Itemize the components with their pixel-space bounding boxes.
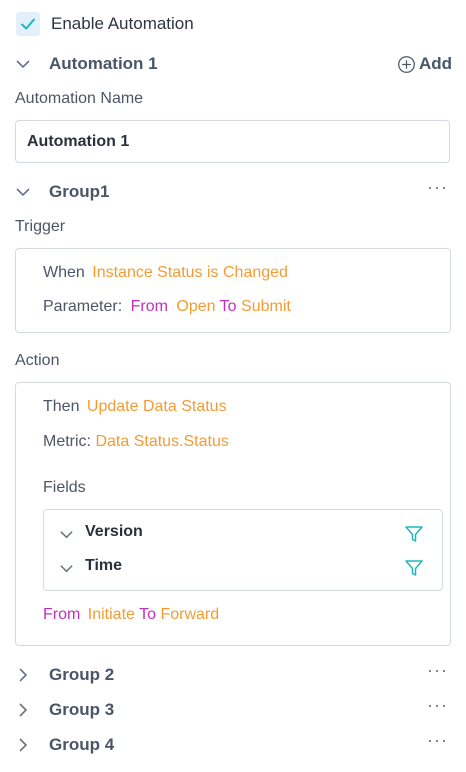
- trigger-from-value[interactable]: Open: [176, 298, 215, 315]
- field-version-name: Version: [85, 523, 143, 540]
- field-time-name: Time: [85, 557, 123, 574]
- trigger-box: [15, 248, 451, 333]
- automation-title: Automation 1: [49, 54, 158, 73]
- group3-title: Group 3: [49, 700, 115, 719]
- action-label: Action: [15, 352, 60, 369]
- trigger-parameter-line: Parameter: From Open To Submit: [43, 298, 291, 316]
- group4-expand-toggle[interactable]: [15, 737, 31, 758]
- from-keyword: From: [43, 606, 81, 623]
- parameter-keyword: Parameter:: [43, 298, 123, 315]
- group4-title: Group 4: [49, 735, 115, 754]
- trigger-to-value[interactable]: Submit: [241, 298, 291, 315]
- filter-icon: [405, 526, 423, 542]
- action-from-value[interactable]: Initiate: [88, 606, 135, 623]
- automation-name-label: Automation Name: [15, 90, 144, 107]
- chevron-right-icon: [19, 738, 28, 752]
- enable-automation-checkbox[interactable]: [16, 12, 40, 36]
- automation-name-input[interactable]: [15, 120, 450, 163]
- field-version-toggle[interactable]: [59, 527, 74, 547]
- enable-automation-label: Enable Automation: [51, 14, 194, 33]
- chevron-right-icon: [19, 703, 28, 717]
- add-label: Add: [418, 54, 452, 73]
- group2-more-button[interactable]: ···: [427, 660, 448, 681]
- group1-title: Group1: [49, 182, 110, 201]
- action-value[interactable]: Update Data Status: [87, 398, 227, 415]
- group1-collapse-toggle[interactable]: [15, 184, 31, 205]
- then-keyword: Then: [43, 398, 80, 415]
- automation-collapse-toggle[interactable]: [15, 56, 31, 77]
- chevron-down-icon: [60, 531, 73, 539]
- metric-value[interactable]: Data Status.Status: [95, 433, 228, 450]
- field-time-toggle[interactable]: [59, 561, 74, 581]
- trigger-event-value[interactable]: Instance Status is Changed: [92, 264, 288, 281]
- from-keyword: From: [130, 298, 168, 315]
- action-metric-line: Metric: Data Status.Status: [43, 433, 229, 451]
- add-automation-button[interactable]: Add: [397, 54, 452, 74]
- fields-list: Version Time: [43, 509, 443, 591]
- field-version-filter[interactable]: [404, 524, 424, 549]
- chevron-down-icon: [16, 60, 30, 69]
- field-time-filter[interactable]: [404, 558, 424, 583]
- metric-keyword: Metric:: [43, 433, 91, 450]
- to-keyword: To: [219, 298, 237, 315]
- trigger-when-line: When Instance Status is Changed: [43, 264, 288, 282]
- group3-more-button[interactable]: ···: [427, 695, 448, 716]
- plus-circle-icon: [398, 55, 415, 73]
- chevron-right-icon: [19, 668, 28, 682]
- filter-icon: [405, 560, 423, 576]
- check-icon: [21, 18, 35, 30]
- group2-expand-toggle[interactable]: [15, 667, 31, 688]
- chevron-down-icon: [60, 565, 73, 573]
- action-from-to-line: From Initiate To Forward: [43, 606, 219, 624]
- to-keyword: To: [139, 606, 156, 623]
- action-to-value[interactable]: Forward: [160, 606, 219, 623]
- group3-expand-toggle[interactable]: [15, 702, 31, 723]
- group1-more-button[interactable]: ···: [427, 177, 448, 198]
- chevron-down-icon: [16, 188, 30, 197]
- group2-title: Group 2: [49, 665, 115, 684]
- when-keyword: When: [43, 264, 85, 281]
- fields-label: Fields: [43, 479, 86, 496]
- trigger-label: Trigger: [15, 218, 66, 235]
- action-then-line: Then Update Data Status: [43, 398, 227, 416]
- group4-more-button[interactable]: ···: [427, 730, 448, 751]
